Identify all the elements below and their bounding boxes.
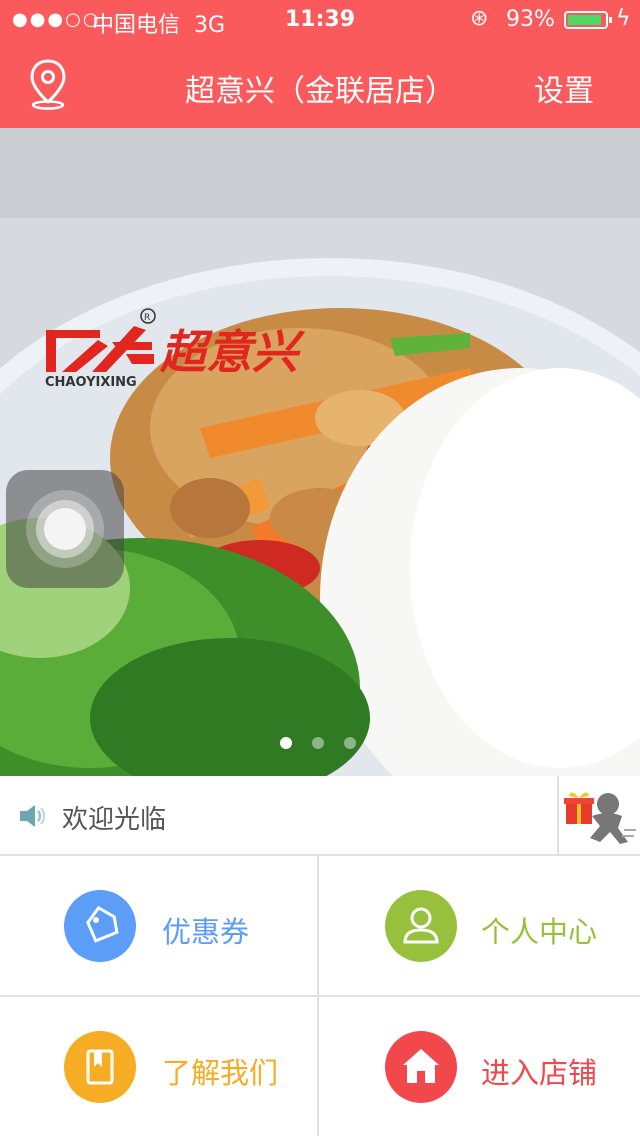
home-icon: [385, 1031, 457, 1103]
menu-item-label: 了解我们: [162, 1056, 279, 1090]
svg-text:CHAOYIXING: CHAOYIXING: [45, 375, 137, 390]
welcome-text: 欢迎光临: [62, 805, 167, 835]
speaker-icon: [20, 805, 46, 827]
battery-icon: [564, 11, 612, 29]
carousel-dot[interactable]: [280, 737, 292, 749]
coupon-tag-icon: [64, 890, 136, 962]
coupons-button[interactable]: 优惠券: [0, 856, 317, 995]
rotation-lock-icon: ⊛: [470, 6, 489, 31]
user-center-button[interactable]: 个人中心: [319, 856, 636, 995]
menu-item-label: 进入店铺: [481, 1056, 598, 1090]
charging-icon: ϟ: [616, 6, 631, 31]
menu-item-label: 优惠券: [162, 915, 250, 949]
book-icon: [64, 1031, 136, 1103]
carousel-dot[interactable]: [344, 737, 356, 749]
food-photo: [0, 128, 640, 776]
user-icon: [385, 890, 457, 962]
carousel-dot[interactable]: [312, 737, 324, 749]
assistive-touch-button[interactable]: [6, 470, 124, 588]
carousel-dots: [280, 734, 376, 753]
battery-percent: 93%: [506, 7, 555, 32]
divider: [557, 776, 559, 854]
enter-store-button[interactable]: 进入店铺: [319, 997, 636, 1136]
status-bar: ●●●○○ 中国电信 3G 11:39 ⊛ 93% ϟ: [0, 0, 640, 40]
menu-item-label: 个人中心: [481, 915, 598, 949]
menu-grid: 优惠券 个人中心 了解我们 进入店铺: [0, 856, 640, 1136]
settings-button[interactable]: 设置: [534, 66, 594, 110]
about-us-button[interactable]: 了解我们: [0, 997, 317, 1136]
banner-carousel[interactable]: R CHAOYIXING 超意兴: [0, 128, 640, 776]
notice-bar: 欢迎光临: [0, 776, 640, 856]
svg-text:R: R: [144, 313, 150, 323]
brand-logo: R CHAOYIXING 超意兴: [45, 308, 306, 390]
app-header: 超意兴（金联居店） 设置: [0, 40, 640, 128]
gift-delivery-icon[interactable]: [562, 782, 638, 848]
svg-text:超意兴: 超意兴: [159, 325, 306, 379]
